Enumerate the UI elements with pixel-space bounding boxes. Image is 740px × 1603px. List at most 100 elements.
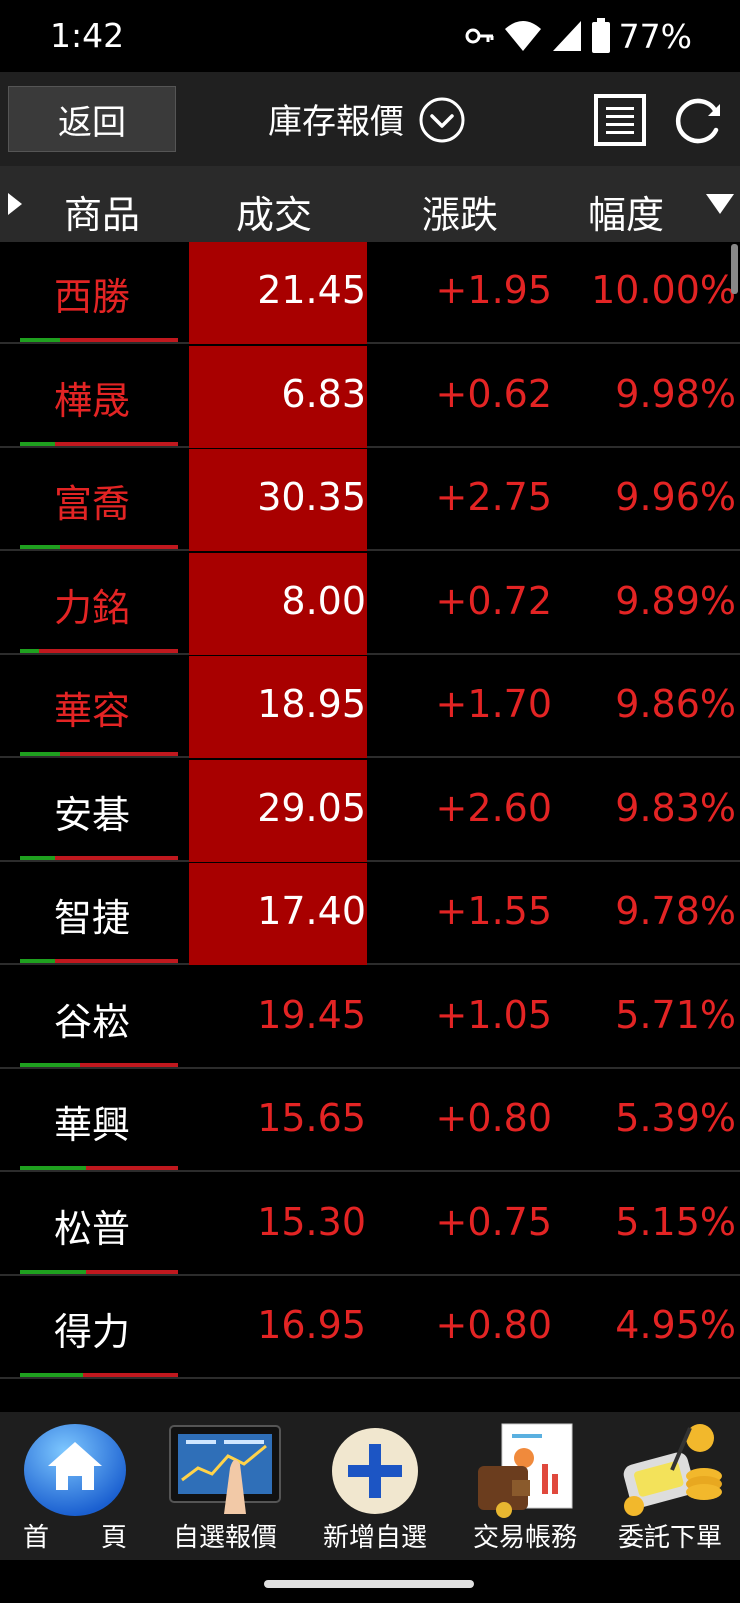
nav-home[interactable]: 首 頁 [0, 1412, 150, 1560]
buy-sell-ratio-bar [20, 338, 178, 342]
nav-order[interactable]: 委託下單 [600, 1412, 740, 1560]
stock-price: 19.45 [257, 992, 366, 1037]
stock-percent: 9.83% [615, 785, 736, 830]
stock-name: 華容 [54, 689, 131, 733]
buy-sell-ratio-bar [20, 752, 178, 756]
buy-sell-ratio-bar [20, 648, 178, 653]
buy-sell-ratio-bar [20, 441, 178, 446]
buy-sell-ratio-bar [20, 959, 178, 963]
nav-add-watchlist-label: 新增自選 [322, 1523, 427, 1553]
refresh-icon[interactable] [672, 94, 724, 146]
table-row[interactable]: 谷崧 19.45 +1.05 5.71% [0, 967, 740, 1069]
status-bar: 1:42 77% [0, 0, 740, 72]
buy-sell-ratio-bar [20, 1166, 178, 1170]
column-change[interactable]: 漲跌 [422, 184, 498, 239]
stock-price: 8.00 [281, 578, 366, 623]
column-header: 商品 成交 漲跌 幅度 [0, 166, 740, 242]
stock-name: 力銘 [54, 585, 131, 630]
vpn-key-icon [465, 28, 494, 44]
table-row[interactable]: 松普 15.30 +0.75 5.15% [0, 1174, 740, 1276]
stock-percent: 5.15% [615, 1199, 736, 1244]
table-row[interactable]: 富喬 30.35 +2.75 9.96% [0, 449, 740, 551]
stock-name: 得力 [54, 1310, 131, 1354]
stock-price: 21.45 [257, 268, 366, 312]
nav-home-label: 首 頁 [22, 1523, 127, 1553]
column-percent[interactable]: 幅度 [588, 184, 664, 239]
stock-name: 西勝 [54, 275, 131, 319]
stock-percent: 9.96% [615, 475, 736, 519]
buy-sell-ratio-bar [20, 545, 178, 549]
stock-name: 智捷 [54, 896, 131, 940]
column-name[interactable]: 商品 [64, 184, 140, 239]
list-icon[interactable] [594, 94, 646, 146]
nav-add-watchlist[interactable]: 新增自選 [300, 1412, 450, 1560]
nav-order-label: 委託下單 [617, 1523, 722, 1553]
stock-change: +0.72 [435, 578, 552, 623]
table-row[interactable]: 安碁 29.05 +2.60 9.83% [0, 759, 740, 862]
stock-percent: 9.86% [615, 682, 736, 726]
table-row[interactable]: 得力 16.95 +0.80 4.95% [0, 1277, 740, 1379]
status-time: 1:42 [50, 16, 125, 55]
column-price[interactable]: 成交 [236, 184, 312, 239]
wallet-report-icon [478, 1423, 573, 1518]
chevron-down-icon[interactable] [418, 96, 466, 144]
order-coins-icon [623, 1424, 722, 1516]
stock-change: +1.55 [435, 889, 552, 933]
stock-percent: 9.98% [615, 371, 736, 416]
table-row[interactable]: 華興 15.65 +0.80 5.39% [0, 1070, 740, 1172]
stock-percent: 9.78% [615, 889, 736, 933]
quote-list[interactable]: 西勝 21.45 +1.95 10.00% 樺晟 6.83 +0.62 9.98% 富喬 30.3… [0, 242, 740, 1412]
stock-percent: 5.71% [615, 992, 736, 1037]
stock-change: +1.70 [435, 682, 552, 726]
plus-icon [332, 1428, 418, 1514]
table-row[interactable]: 西勝 21.45 +1.95 10.00% [0, 242, 740, 344]
stock-name: 松普 [54, 1206, 131, 1251]
nav-watchlist-label: 自選報價 [172, 1523, 277, 1553]
signal-icon [552, 21, 581, 51]
app-header: 返回 庫存報價 [0, 72, 740, 166]
stock-change: +0.75 [435, 1199, 552, 1244]
stock-name: 樺晟 [54, 378, 131, 423]
stock-price: 29.05 [257, 785, 366, 830]
stock-change: +0.62 [435, 371, 552, 416]
stock-change: +2.60 [435, 785, 552, 830]
stock-change: +1.05 [435, 992, 552, 1037]
table-row[interactable]: 華容 18.95 +1.70 9.86% [0, 656, 740, 758]
nav-account-label: 交易帳務 [472, 1523, 577, 1553]
stock-price: 18.95 [257, 682, 366, 726]
bottom-nav: 首 頁 自選報價 新增自選 交易帳務 委託下單 [0, 1412, 740, 1560]
expand-right-icon[interactable] [8, 193, 22, 215]
stock-price: 16.95 [257, 1303, 366, 1347]
stock-price: 15.65 [257, 1096, 366, 1140]
watchlist-tablet-icon [169, 1425, 281, 1514]
stock-percent: 9.89% [615, 578, 736, 623]
stock-price: 30.35 [257, 475, 366, 519]
back-button[interactable]: 返回 [8, 86, 176, 152]
stock-change: +0.80 [435, 1303, 552, 1347]
buy-sell-ratio-bar [20, 855, 178, 860]
home-gesture-pill[interactable] [264, 1580, 474, 1588]
page-title[interactable]: 庫存報價 [268, 94, 404, 143]
table-row[interactable]: 力銘 8.00 +0.72 9.89% [0, 552, 740, 655]
stock-change: +0.80 [435, 1096, 552, 1140]
table-row[interactable]: 樺晟 6.83 +0.62 9.98% [0, 345, 740, 448]
stock-name: 安碁 [54, 792, 131, 837]
buy-sell-ratio-bar [20, 1373, 178, 1377]
stock-percent: 4.95% [615, 1303, 736, 1347]
stock-percent: 10.00% [591, 268, 736, 312]
nav-account[interactable]: 交易帳務 [450, 1412, 600, 1560]
buy-sell-ratio-bar [20, 1062, 178, 1067]
stock-percent: 5.39% [615, 1096, 736, 1140]
battery-percent: 77% [618, 16, 692, 56]
scrollbar[interactable] [731, 244, 738, 294]
status-icons: 77% [465, 14, 692, 58]
sort-desc-icon[interactable] [706, 194, 734, 214]
nav-watchlist[interactable]: 自選報價 [150, 1412, 300, 1560]
battery-icon [591, 18, 610, 53]
stock-name: 華興 [54, 1103, 131, 1147]
stock-price: 17.40 [257, 889, 366, 933]
buy-sell-ratio-bar [20, 1269, 178, 1274]
table-row[interactable]: 智捷 17.40 +1.55 9.78% [0, 863, 740, 965]
stock-name: 富喬 [54, 482, 131, 526]
stock-change: +2.75 [435, 475, 552, 519]
